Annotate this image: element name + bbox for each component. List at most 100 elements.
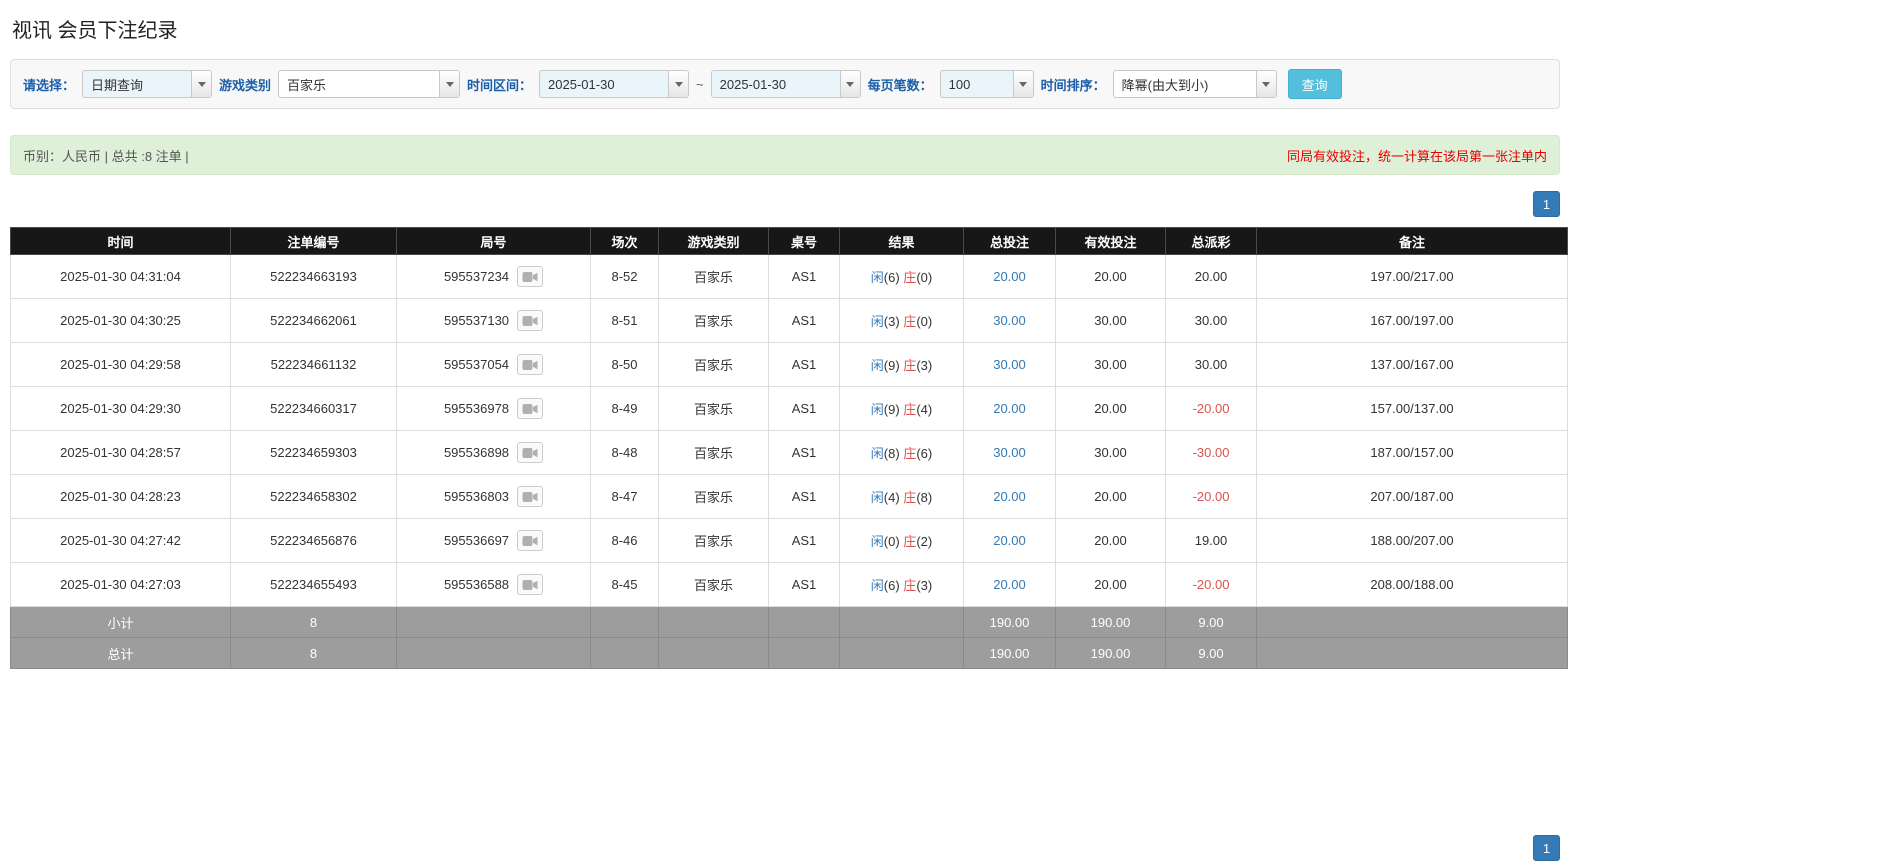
payout-cell: -20.00 (1165, 562, 1257, 607)
table-row: 2025-01-30 04:31:04 522234663193 595537234… (10, 254, 1568, 299)
total-bet-link[interactable]: 20.00 (993, 533, 1026, 548)
total-bet-cell: 30.00 (963, 430, 1056, 475)
summary-cell: 9.00 (1165, 637, 1257, 669)
table-row: 2025-01-30 04:27:03 522234655493 595536588… (10, 562, 1568, 607)
column-header: 总投注 (963, 227, 1056, 255)
summary-cell: 9.00 (1165, 606, 1257, 638)
player-result-value: (9) (883, 358, 904, 373)
valid-bet-cell: 30.00 (1055, 342, 1166, 387)
note-cell: 197.00/217.00 (1256, 254, 1568, 299)
table-header-row: 时间 注单编号 局号 场次 游戏类别 桌号 结果 总投注 有效投注 总派彩 备注 (10, 227, 1568, 255)
total-bet-link[interactable]: 20.00 (993, 401, 1026, 416)
search-button[interactable]: 查询 (1287, 69, 1342, 99)
total-bet-link[interactable]: 30.00 (993, 357, 1026, 372)
column-header: 场次 (590, 227, 659, 255)
total-bet-link[interactable]: 20.00 (993, 577, 1026, 592)
table-number-cell: AS1 (768, 342, 840, 387)
total-bet-cell: 20.00 (963, 562, 1056, 607)
player-result-value: (4) (883, 490, 904, 505)
summary-cell: 小计 (10, 606, 231, 638)
chevron-down-icon[interactable] (439, 71, 460, 97)
page-size-input[interactable] (940, 71, 1013, 97)
player-result-label: 闲 (870, 270, 884, 285)
session-cell: 8-51 (590, 298, 659, 343)
table-number-cell: AS1 (768, 474, 840, 519)
result-cell: 闲(6) 庄(3) (839, 562, 964, 607)
game-type-cell: 百家乐 (658, 386, 769, 431)
time-cell: 2025-01-30 04:29:30 (10, 386, 231, 431)
game-type-cell: 百家乐 (658, 254, 769, 299)
page-content: 视讯 会员下注纪录 请选择： 游戏类别 时间区间： ~ 每页笔数： 时间排序： (0, 0, 1568, 861)
column-header: 总派彩 (1165, 227, 1257, 255)
payout-cell: 19.00 (1165, 518, 1257, 563)
round-cell: 595536588 (396, 562, 591, 607)
order-id-cell: 522234661132 (230, 342, 397, 387)
video-icon[interactable] (517, 486, 544, 507)
round-cell: 595537234 (396, 254, 591, 299)
summary-cell (396, 637, 591, 669)
game-type-combo (278, 70, 461, 98)
table-number-cell: AS1 (768, 430, 840, 475)
chevron-down-icon[interactable] (668, 71, 689, 97)
date-from-combo (539, 70, 690, 98)
chevron-down-icon[interactable] (839, 71, 860, 97)
time-cell: 2025-01-30 04:28:23 (10, 474, 231, 519)
video-icon[interactable] (517, 266, 544, 287)
page-1-button[interactable]: 1 (1533, 835, 1560, 861)
page-1-button[interactable]: 1 (1533, 191, 1560, 217)
total-bet-cell: 30.00 (963, 342, 1056, 387)
session-cell: 8-45 (590, 562, 659, 607)
round-cell: 595536898 (396, 430, 591, 475)
chevron-down-icon[interactable] (1012, 71, 1033, 97)
video-icon[interactable] (517, 398, 544, 419)
table-number-cell: AS1 (768, 254, 840, 299)
date-to-input[interactable] (711, 71, 840, 97)
table-row: 2025-01-30 04:28:57 522234659303 595536898… (10, 430, 1568, 475)
total-bet-link[interactable]: 20.00 (993, 269, 1026, 284)
video-icon[interactable] (517, 574, 544, 595)
round-id-text: 595537130 (443, 313, 510, 328)
chevron-down-icon[interactable] (191, 71, 212, 97)
total-bet-cell: 30.00 (963, 298, 1056, 343)
valid-bet-cell: 30.00 (1055, 298, 1166, 343)
result-cell: 闲(9) 庄(4) (839, 386, 964, 431)
session-cell: 8-49 (590, 386, 659, 431)
summary-cell (768, 637, 840, 669)
session-cell: 8-47 (590, 474, 659, 519)
date-from-input[interactable] (540, 71, 669, 97)
column-header: 结果 (839, 227, 964, 255)
video-icon[interactable] (517, 530, 544, 551)
banker-result-value: (2) (916, 534, 933, 549)
summary-cell (658, 637, 769, 669)
round-cell: 595537130 (396, 298, 591, 343)
table-row: 2025-01-30 04:30:25 522234662061 595537130… (10, 298, 1568, 343)
total-bet-link[interactable]: 30.00 (993, 313, 1026, 328)
player-result-label: 闲 (870, 490, 884, 505)
total-bet-link[interactable]: 30.00 (993, 445, 1026, 460)
select-type-input[interactable] (83, 71, 192, 97)
summary-left-text: 币别：人民币 | 总共 :8 注单 | (23, 148, 189, 164)
sort-input[interactable] (1113, 71, 1256, 97)
select-type-combo (82, 70, 213, 98)
note-cell: 207.00/187.00 (1256, 474, 1568, 519)
result-cell: 闲(9) 庄(3) (839, 342, 964, 387)
result-cell: 闲(4) 庄(8) (839, 474, 964, 519)
banker-result-value: (8) (916, 490, 933, 505)
video-icon[interactable] (517, 354, 544, 375)
game-type-input[interactable] (279, 71, 440, 97)
player-result-label: 闲 (870, 358, 884, 373)
column-header: 有效投注 (1055, 227, 1166, 255)
video-icon[interactable] (517, 310, 544, 331)
player-result-label: 闲 (870, 534, 884, 549)
banker-result-label: 庄 (903, 314, 917, 329)
summary-cell: 190.00 (1055, 637, 1166, 669)
video-icon[interactable] (517, 442, 544, 463)
total-bet-cell: 20.00 (963, 254, 1056, 299)
banker-result-label: 庄 (903, 578, 917, 593)
date-range-separator: ~ (696, 76, 704, 92)
chevron-down-icon[interactable] (1255, 71, 1276, 97)
result-cell: 闲(3) 庄(0) (839, 298, 964, 343)
total-bet-link[interactable]: 20.00 (993, 489, 1026, 504)
summary-cell (839, 606, 964, 638)
valid-bet-cell: 20.00 (1055, 254, 1166, 299)
